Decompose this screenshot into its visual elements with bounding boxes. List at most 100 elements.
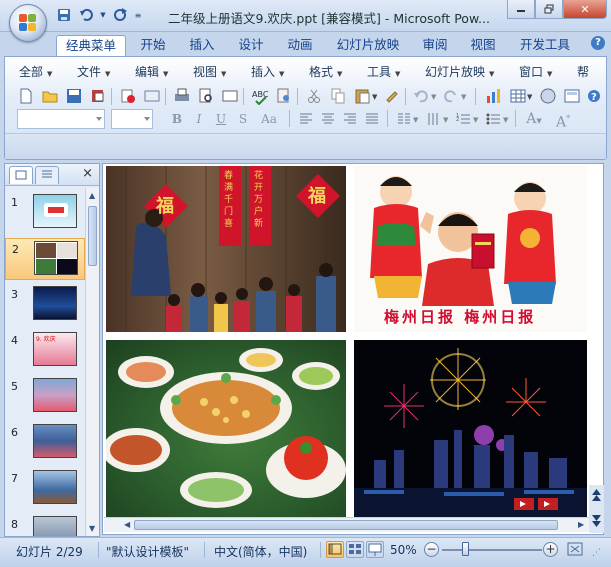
normal-view-icon[interactable] bbox=[326, 541, 344, 558]
new-document-icon[interactable] bbox=[17, 87, 35, 105]
menu-format[interactable]: 格式 ▼ bbox=[309, 63, 342, 80]
slide-thumbnail-3[interactable]: 3 bbox=[5, 284, 85, 326]
scroll-down-icon[interactable]: ▼ bbox=[89, 524, 95, 533]
scroll-right-icon[interactable]: ▶ bbox=[578, 520, 584, 529]
redo-icon[interactable] bbox=[111, 6, 129, 24]
restore-button[interactable] bbox=[535, 0, 563, 19]
shadow-button[interactable]: S bbox=[233, 110, 253, 128]
zoom-level[interactable]: 50% bbox=[390, 543, 417, 557]
menu-tools[interactable]: 工具 ▼ bbox=[367, 63, 400, 80]
attach-icon[interactable] bbox=[143, 87, 161, 105]
permission-icon[interactable] bbox=[89, 87, 107, 105]
help-question-icon[interactable]: ? bbox=[587, 87, 601, 105]
underline-button[interactable]: U bbox=[211, 110, 231, 128]
slide-thumbnail-5[interactable]: 5 bbox=[5, 376, 85, 418]
slide-thumbnail-4[interactable]: 4 9. 欢庆 bbox=[5, 330, 85, 372]
scrollbar-thumb[interactable] bbox=[88, 206, 97, 266]
tab-design[interactable]: 设计 bbox=[230, 35, 272, 57]
copy-icon[interactable] bbox=[329, 87, 347, 105]
menu-insert[interactable]: 插入 ▼ bbox=[251, 63, 284, 80]
menu-window[interactable]: 窗口 ▼ bbox=[519, 63, 552, 80]
tab-review[interactable]: 审阅 bbox=[414, 35, 456, 57]
align-center-icon[interactable] bbox=[319, 110, 337, 128]
tab-view[interactable]: 视图 bbox=[462, 35, 504, 57]
print-icon[interactable] bbox=[173, 87, 191, 105]
save-icon[interactable] bbox=[55, 6, 73, 24]
slide-thumbnail-8[interactable]: 8 bbox=[5, 514, 85, 536]
tab-classic-menu[interactable]: 经典菜单 bbox=[56, 35, 126, 57]
email-icon[interactable] bbox=[119, 87, 137, 105]
redo-icon[interactable]: ▼ bbox=[443, 87, 469, 105]
grow-font-button[interactable]: A▼ bbox=[521, 110, 547, 128]
numbering-icon[interactable]: 1 2 ▼ bbox=[455, 110, 481, 128]
resize-grip-icon[interactable]: ⋰ bbox=[592, 548, 601, 558]
bold-button[interactable]: B bbox=[167, 110, 187, 128]
tab-insert[interactable]: 插入 bbox=[181, 35, 223, 57]
horizontal-scrollbar-thumb[interactable] bbox=[134, 520, 558, 530]
undo-icon[interactable] bbox=[77, 6, 95, 24]
insert-picture-icon[interactable] bbox=[539, 87, 557, 105]
tab-home[interactable]: 开始 bbox=[132, 35, 174, 57]
menu-file[interactable]: 文件 ▼ bbox=[77, 63, 110, 80]
font-size-combo[interactable] bbox=[111, 109, 153, 129]
zoom-in-button[interactable]: + bbox=[543, 542, 558, 557]
slide-view-icon[interactable] bbox=[221, 87, 239, 105]
chart-icon[interactable] bbox=[485, 87, 503, 105]
font-name-combo[interactable] bbox=[17, 109, 105, 129]
change-case-button[interactable]: Aa bbox=[255, 110, 283, 128]
menu-slideshow[interactable]: 幻灯片放映 ▼ bbox=[425, 63, 494, 80]
open-folder-icon[interactable] bbox=[41, 87, 59, 105]
italic-button[interactable]: I bbox=[189, 110, 209, 128]
minimize-button[interactable] bbox=[507, 0, 535, 19]
theme-name[interactable]: "默认设计模板" bbox=[106, 543, 189, 560]
slide-thumbnail-6[interactable]: 6 bbox=[5, 422, 85, 464]
slideshow-view-icon[interactable] bbox=[366, 541, 384, 558]
dropdown-arrow-icon[interactable]: ▼ bbox=[99, 6, 107, 24]
zoom-out-button[interactable]: − bbox=[424, 542, 439, 557]
tab-slideshow[interactable]: 幻灯片放映 bbox=[330, 35, 406, 57]
bullets-icon[interactable]: ▼ bbox=[485, 110, 511, 128]
shrink-font-button[interactable]: A* bbox=[551, 110, 575, 131]
zoom-slider-handle[interactable] bbox=[462, 542, 469, 556]
slide-layout-icon[interactable] bbox=[563, 87, 581, 105]
spelling-icon[interactable]: ABC bbox=[251, 87, 269, 106]
cut-icon[interactable] bbox=[305, 87, 323, 105]
help-icon[interactable]: ? bbox=[591, 36, 605, 50]
slide-thumbnail-1[interactable]: 1 bbox=[5, 192, 85, 234]
menu-view[interactable]: 视图 ▼ bbox=[193, 63, 226, 80]
zoom-slider-track[interactable] bbox=[442, 549, 542, 551]
close-button[interactable]: ✕ bbox=[563, 0, 607, 19]
columns-icon[interactable]: ▼ bbox=[395, 110, 421, 128]
slide-canvas[interactable]: 福 福 春满千门喜 花开万户新 梅州日报 梅州日报 bbox=[102, 163, 604, 535]
horizontal-scrollbar[interactable]: ◀ ▶ bbox=[104, 517, 592, 532]
office-button[interactable] bbox=[9, 4, 47, 42]
save-icon[interactable] bbox=[65, 87, 83, 105]
menu-edit[interactable]: 编辑 ▼ bbox=[135, 63, 168, 80]
text-direction-icon[interactable]: ▼ bbox=[425, 110, 451, 128]
slides-tab-icon[interactable] bbox=[9, 166, 33, 184]
tab-developer[interactable]: 开发工具 bbox=[512, 35, 578, 57]
fit-to-window-icon[interactable] bbox=[566, 541, 584, 558]
tab-animations[interactable]: 动画 bbox=[279, 35, 321, 57]
menu-help[interactable]: 帮 bbox=[577, 63, 589, 80]
undo-icon[interactable]: ▼ bbox=[413, 87, 439, 105]
slide-thumbnail-7[interactable]: 7 bbox=[5, 468, 85, 510]
panel-scrollbar[interactable]: ▲ ▼ bbox=[85, 188, 99, 536]
outline-tab-icon[interactable] bbox=[35, 166, 59, 184]
justify-icon[interactable] bbox=[363, 110, 381, 128]
slide-sorter-view-icon[interactable] bbox=[346, 541, 364, 558]
customize-qat-icon[interactable]: ≡ bbox=[133, 6, 143, 24]
menu-all[interactable]: 全部 ▼ bbox=[19, 63, 52, 80]
paste-icon[interactable]: ▼ bbox=[353, 87, 379, 105]
align-right-icon[interactable] bbox=[341, 110, 359, 128]
close-panel-icon[interactable]: × bbox=[82, 166, 93, 181]
language-indicator[interactable]: 中文(简体，中国) bbox=[214, 543, 307, 560]
scroll-left-icon[interactable]: ◀ bbox=[124, 520, 130, 529]
table-icon[interactable]: ▼ bbox=[509, 87, 535, 105]
slide-thumbnail-2[interactable]: 2 bbox=[5, 238, 85, 280]
format-painter-icon[interactable] bbox=[383, 87, 401, 105]
research-icon[interactable] bbox=[275, 87, 293, 105]
print-preview-icon[interactable] bbox=[197, 87, 215, 105]
align-left-icon[interactable] bbox=[297, 110, 315, 128]
scroll-up-icon[interactable]: ▲ bbox=[89, 191, 95, 200]
